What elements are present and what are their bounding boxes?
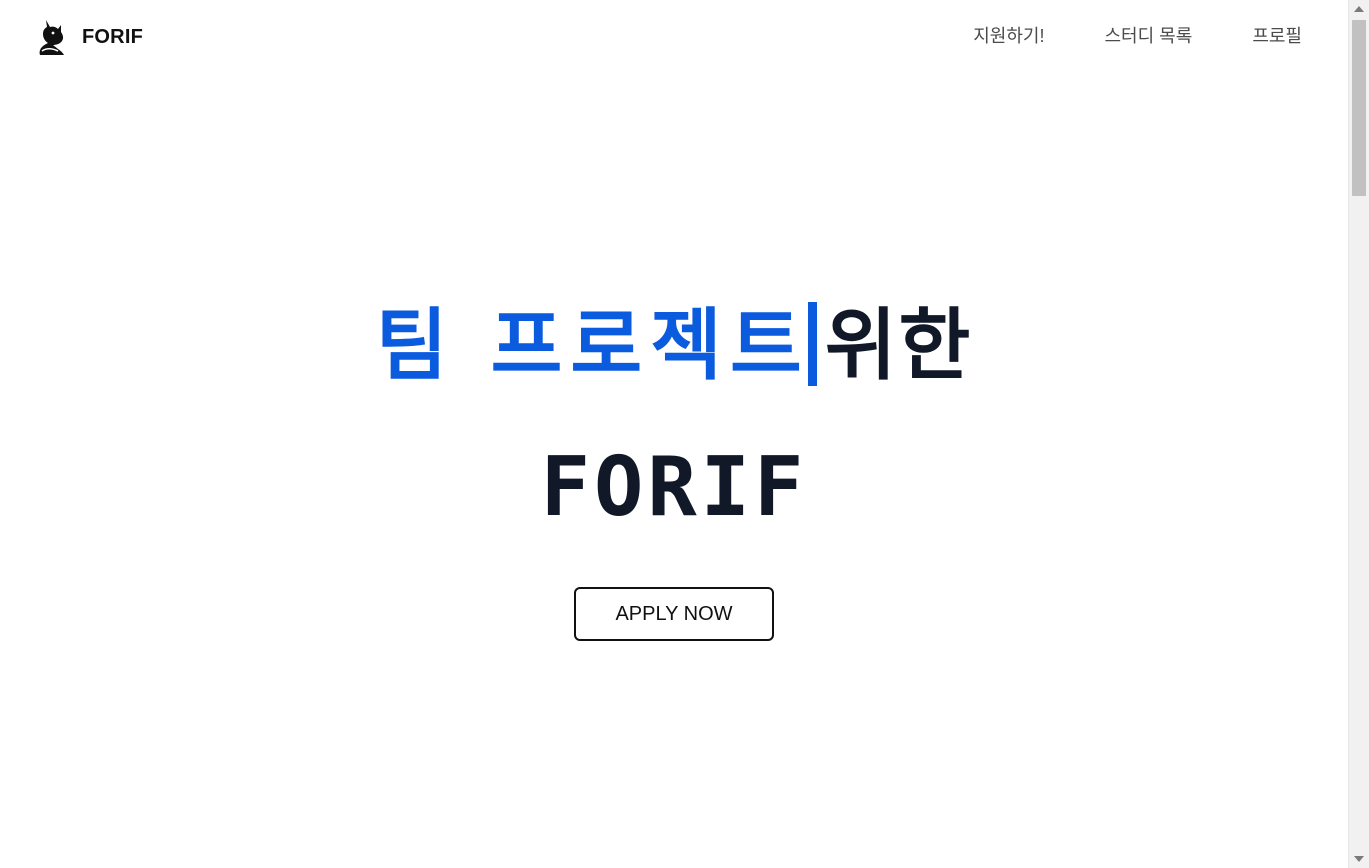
scrollbar-thumb[interactable] [1352,20,1366,196]
hero-section: 팀 프로젝트 위한 FORIF APPLY NOW [0,0,1348,868]
typed-text: 팀 프로젝트 [375,301,810,391]
page: FORIF 지원하기! 스터디 목록 프로필 팀 프로젝트 위한 FORIF AP… [0,0,1369,868]
scroll-down-arrow-icon[interactable] [1354,856,1364,862]
vertical-scrollbar[interactable] [1348,0,1369,868]
hero-tagline: 팀 프로젝트 위한 [0,296,1348,396]
typing-cursor [807,302,817,386]
tagline-suffix: 위한 [824,301,973,391]
apply-now-button[interactable]: APPLY NOW [574,587,774,641]
scroll-up-arrow-icon[interactable] [1354,6,1364,12]
hero-title: FORIF [540,440,808,535]
